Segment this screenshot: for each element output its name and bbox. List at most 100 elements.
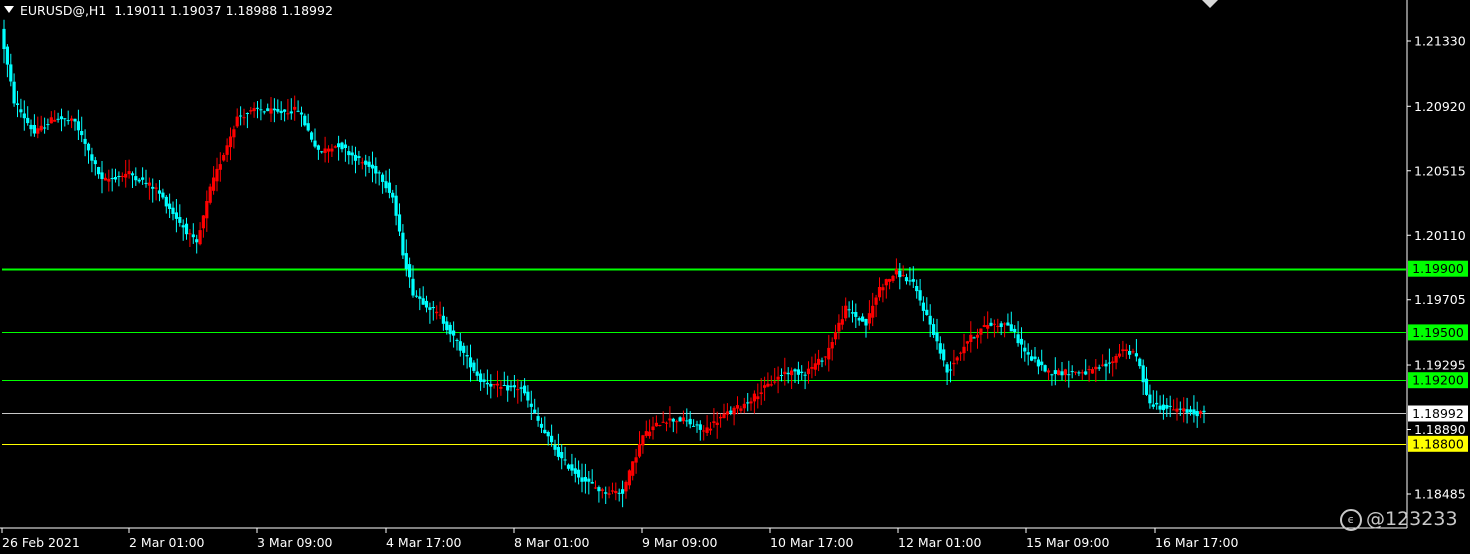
candle-body (539, 423, 544, 428)
candle-body (66, 120, 70, 122)
candle-body (739, 408, 743, 411)
candle-body (705, 427, 709, 433)
candle-body (1151, 404, 1155, 407)
candle-body (1175, 408, 1179, 412)
x-tick-label: 12 Mar 01:00 (898, 535, 982, 550)
candle-body (1070, 371, 1074, 373)
candle-body (908, 280, 912, 282)
candle-body (519, 387, 523, 389)
candle-body (299, 112, 304, 115)
candle-body (452, 330, 456, 336)
candle-body (553, 444, 557, 450)
candle-body (962, 346, 966, 354)
candle-body (891, 275, 895, 281)
candle-body (492, 384, 496, 386)
candle-body (1036, 359, 1040, 367)
candle-body (614, 491, 618, 494)
candle-body (570, 464, 574, 471)
candle-body (26, 117, 30, 124)
candle-body (39, 125, 43, 131)
candle-body (783, 371, 787, 375)
candle-body (313, 140, 317, 147)
candle-body (130, 173, 135, 176)
candle-body (1053, 370, 1057, 374)
candle-body (235, 116, 239, 127)
candle-body (867, 313, 871, 324)
candle-body (915, 286, 919, 292)
candle-body (367, 161, 371, 167)
chart-header: EURUSD@,H1 1.19011 1.19037 1.18988 1.189… (4, 3, 333, 18)
candle-body (1063, 369, 1067, 376)
candle-body (610, 490, 615, 492)
candle-body (533, 409, 537, 413)
candle-body (269, 108, 273, 114)
candle-body (766, 383, 770, 387)
candle-body (1046, 370, 1051, 373)
candle-body (178, 217, 182, 223)
candle-body (36, 128, 40, 134)
candle-body (729, 410, 733, 413)
candle-body (678, 417, 682, 422)
candle-body (2, 28, 6, 49)
candle-body (381, 174, 385, 182)
candle-body (1144, 378, 1149, 395)
candle-body (1019, 338, 1024, 345)
candle-body (773, 381, 777, 383)
candle-body (475, 371, 479, 376)
candle-body (935, 332, 939, 342)
candle-body (12, 81, 16, 104)
candle-body (5, 46, 9, 65)
candle-body (337, 143, 341, 148)
candle-body (587, 478, 591, 482)
candle-body (982, 325, 986, 327)
candle-body (617, 492, 621, 494)
candle-body (932, 324, 936, 335)
candle-body (19, 109, 23, 113)
candle-body (1141, 365, 1145, 383)
candle-body (347, 151, 351, 156)
candle-body (1192, 409, 1196, 415)
candle-body (796, 369, 800, 375)
candle-body (627, 470, 631, 486)
y-tick-label: 1.21330 (1414, 34, 1466, 49)
candle-body (1043, 365, 1047, 372)
candle-body (776, 376, 780, 380)
candle-body (634, 457, 638, 463)
candle-body (1188, 409, 1193, 413)
candle-body (343, 144, 347, 148)
candle-body (955, 357, 959, 361)
candle-body (779, 375, 784, 376)
collapse-triangle-icon[interactable] (4, 6, 14, 13)
candle-body (722, 413, 726, 419)
candle-body (232, 129, 236, 138)
price-chart[interactable]: 1.21330 1.20920 1.20515 1.20110 1.19705 1.192… (0, 0, 1470, 554)
candle-body (401, 232, 405, 256)
candle-body (938, 343, 942, 354)
candle-body (272, 108, 276, 111)
candle-body (435, 311, 439, 314)
candle-body (806, 368, 811, 375)
candle-body (293, 106, 297, 110)
candle-body (320, 151, 324, 153)
candle-body (921, 302, 925, 311)
candle-body (506, 385, 510, 391)
candle-body (1185, 409, 1189, 413)
candle-body (644, 431, 648, 436)
candle-body (712, 421, 716, 423)
candle-body (225, 145, 229, 155)
candle-body (1101, 364, 1105, 366)
candle-body (360, 162, 364, 164)
candle-body (769, 384, 773, 386)
candle-body (137, 179, 141, 182)
candle-body (1131, 351, 1135, 353)
candle-body (1013, 328, 1017, 332)
candle-body (22, 113, 26, 119)
candle-body (1107, 362, 1111, 364)
candle-body (316, 145, 320, 150)
candle-body (945, 364, 949, 373)
candle-body (63, 118, 67, 120)
candle-body (864, 319, 868, 326)
x-tick-label: 15 Mar 09:00 (1026, 535, 1110, 550)
candle-body (364, 160, 368, 165)
candle-body (675, 421, 679, 423)
